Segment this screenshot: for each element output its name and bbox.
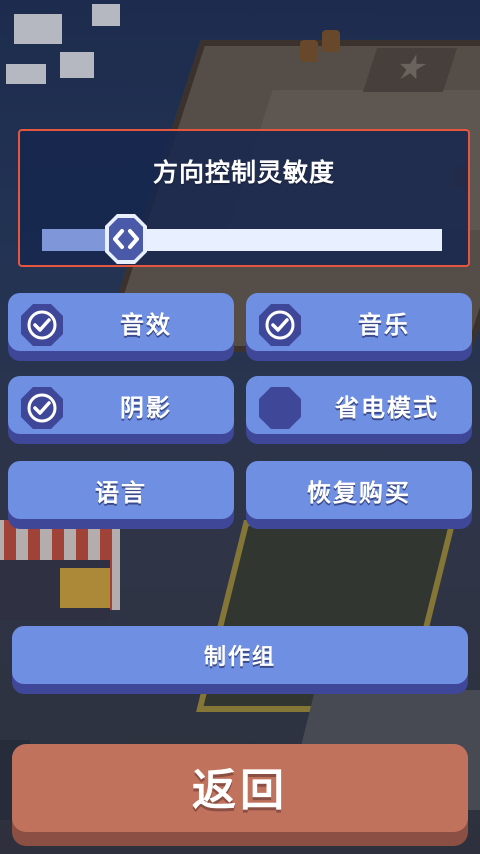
restore-purchase-label: 恢复购买 xyxy=(307,478,411,507)
sensitivity-slider[interactable] xyxy=(42,214,442,264)
credits-label: 制作组 xyxy=(203,645,276,670)
empty-octagon-icon xyxy=(259,387,301,429)
power-saving-label: 省电模式 xyxy=(335,393,439,422)
check-circle-icon xyxy=(21,304,63,346)
sensitivity-panel: 方向控制灵敏度 xyxy=(18,129,470,267)
sensitivity-title: 方向控制灵敏度 xyxy=(152,158,335,187)
language-label: 语言 xyxy=(95,478,147,507)
slider-thumb[interactable] xyxy=(103,212,149,266)
credits-button[interactable]: 制作组 xyxy=(12,626,468,694)
music-toggle[interactable]: 音乐 xyxy=(246,293,472,361)
sound-effects-toggle[interactable]: 音效 xyxy=(8,293,234,361)
back-button[interactable]: 返回 xyxy=(12,744,468,846)
shadows-toggle[interactable]: 阴影 xyxy=(8,376,234,444)
back-label: 返回 xyxy=(192,765,288,816)
music-label: 音乐 xyxy=(358,310,410,339)
power-saving-toggle[interactable]: 省电模式 xyxy=(246,376,472,444)
language-button[interactable]: 语言 xyxy=(8,461,234,529)
shadows-label: 阴影 xyxy=(120,393,172,422)
sound-effects-label: 音效 xyxy=(120,310,172,339)
check-circle-icon xyxy=(21,387,63,429)
restore-purchase-button[interactable]: 恢复购买 xyxy=(246,461,472,529)
check-circle-icon xyxy=(259,304,301,346)
left-right-arrows-icon xyxy=(105,214,147,264)
